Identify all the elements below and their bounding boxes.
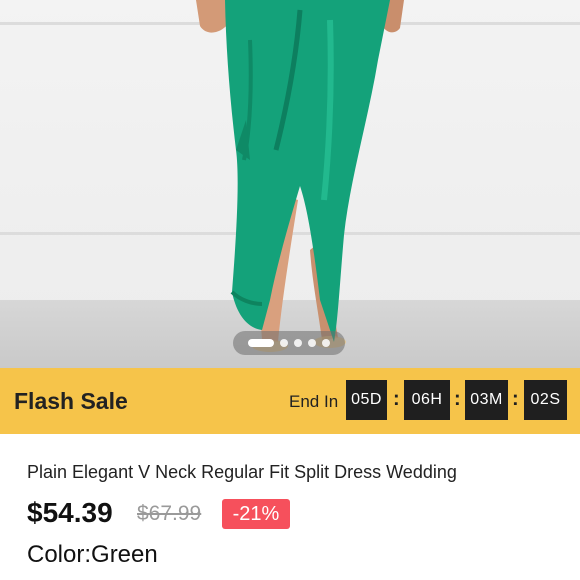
discount-badge: -21%: [222, 499, 290, 529]
countdown-hours: 06H: [404, 380, 450, 420]
sale-price: $54.39: [27, 497, 113, 528]
countdown-separator: :: [512, 388, 519, 410]
carousel-dot[interactable]: [308, 339, 316, 347]
original-price: $67.99: [137, 502, 202, 525]
carousel-indicator[interactable]: [233, 331, 345, 355]
carousel-dot[interactable]: [280, 339, 288, 347]
countdown-minutes: 03M: [465, 380, 508, 420]
product-image[interactable]: [0, 0, 580, 368]
carousel-dot-active[interactable]: [248, 339, 274, 347]
selected-color-label: Color:Green: [27, 541, 158, 568]
countdown-seconds: 02S: [524, 380, 567, 420]
dress-illustration: [196, 0, 404, 352]
flash-sale-title: Flash Sale: [14, 388, 128, 414]
countdown-separator: :: [454, 388, 461, 410]
carousel-dot[interactable]: [322, 339, 330, 347]
countdown-separator: :: [393, 388, 400, 410]
carousel-dot[interactable]: [294, 339, 302, 347]
product-title: Plain Elegant V Neck Regular Fit Split D…: [27, 462, 457, 482]
countdown-days: 05D: [346, 380, 387, 420]
countdown-label: End In: [289, 392, 339, 411]
